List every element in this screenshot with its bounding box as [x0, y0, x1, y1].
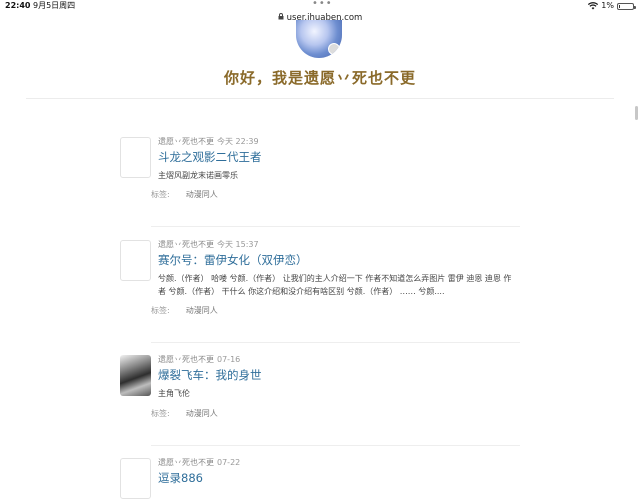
- story-time: 今天 22:39: [217, 137, 259, 146]
- divider: [26, 98, 614, 99]
- story-author[interactable]: 遗愿丷死也不更: [158, 137, 214, 146]
- story-time: 07-16: [217, 355, 241, 364]
- battery-level: [619, 4, 620, 8]
- story-time: 今天 15:37: [217, 240, 259, 249]
- story-tags: 标签: 动漫同人: [151, 305, 218, 316]
- tags-label: 标签:: [151, 190, 170, 199]
- story-cover[interactable]: [120, 458, 151, 499]
- story-title[interactable]: 赛尔号：雷伊女化（双伊恋）: [158, 252, 308, 268]
- story-title[interactable]: 逗录886: [158, 470, 203, 486]
- story-title[interactable]: 爆裂飞车：我的身世: [158, 367, 262, 383]
- story-meta: 遗愿丷死也不更 今天 15:37: [158, 239, 259, 250]
- story-tags: 标签: 动漫同人: [151, 408, 218, 419]
- wifi-icon: [588, 2, 599, 10]
- story-description: 主熠风副龙末诺画零乐: [158, 171, 238, 180]
- status-time: 22:40: [5, 1, 31, 10]
- story-description: 主角飞伦: [158, 389, 190, 398]
- item-divider: [151, 342, 520, 343]
- tag-link[interactable]: 动漫同人: [186, 190, 218, 199]
- item-divider: [151, 445, 520, 446]
- tags-label: 标签:: [151, 306, 170, 315]
- story-cover[interactable]: [120, 137, 151, 178]
- story-description: 兮颜.（作者） 哈喽 兮颜.（作者） 让我们的主人介绍一下 作者不知道怎么弄图片…: [158, 274, 512, 296]
- story-author[interactable]: 遗愿丷死也不更: [158, 355, 214, 364]
- story-tags: 标签: 动漫同人: [151, 189, 218, 200]
- avatar-badge-icon: [328, 43, 340, 55]
- story-meta: 遗愿丷死也不更 今天 22:39: [158, 136, 259, 147]
- avatar[interactable]: [296, 20, 342, 58]
- page-title: 你好，我是遗愿丷死也不更: [223, 69, 416, 87]
- story-author[interactable]: 遗愿丷死也不更: [158, 240, 214, 249]
- story-author[interactable]: 遗愿丷死也不更: [158, 458, 214, 467]
- story-title[interactable]: 斗龙之观影二代王者: [158, 149, 262, 165]
- tags-label: 标签:: [151, 409, 170, 418]
- scrollbar[interactable]: [635, 106, 638, 120]
- lock-icon: [278, 12, 284, 24]
- battery-icon: [617, 2, 636, 10]
- battery-percent: 1%: [601, 1, 614, 10]
- story-time: 07-22: [217, 458, 241, 467]
- item-divider: [151, 226, 520, 227]
- status-date: 9月5日周四: [33, 1, 76, 10]
- tag-link[interactable]: 动漫同人: [186, 306, 218, 315]
- story-cover[interactable]: [120, 355, 151, 396]
- status-right: 1%: [588, 0, 636, 12]
- story-meta: 遗愿丷死也不更 07-22: [158, 457, 240, 468]
- tag-link[interactable]: 动漫同人: [186, 409, 218, 418]
- story-cover[interactable]: [120, 240, 151, 281]
- multitask-handle[interactable]: •••: [312, 0, 333, 9]
- story-meta: 遗愿丷死也不更 07-16: [158, 354, 240, 365]
